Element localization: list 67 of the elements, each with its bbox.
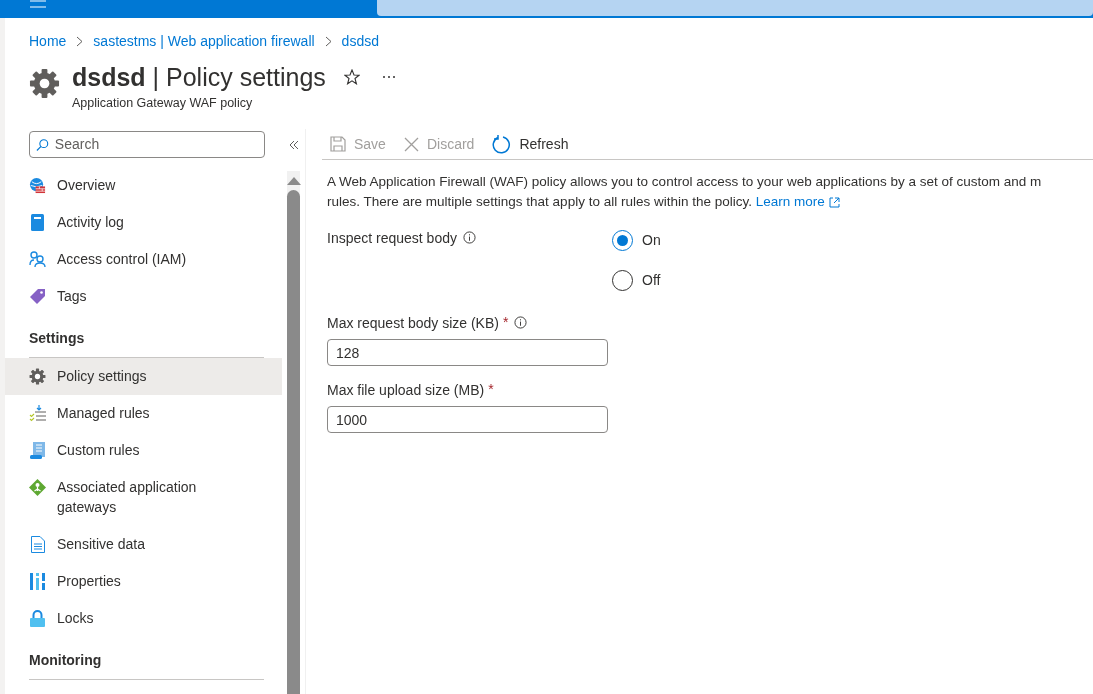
field-label: Max request body size (KB) <box>327 313 499 332</box>
sidebar-item-label: Associated application gateways <box>57 478 198 517</box>
number-field[interactable]: 1000 <box>327 406 608 433</box>
gear-icon <box>29 367 46 385</box>
info-icon[interactable] <box>514 316 528 329</box>
required-mark: * <box>488 380 494 399</box>
sidebar-item-label: Sensitive data <box>57 535 146 554</box>
breadcrumb-link[interactable]: Home <box>29 30 67 52</box>
more-icon[interactable] <box>381 75 396 79</box>
close-icon <box>403 136 419 152</box>
number-field[interactable]: 128 <box>327 339 608 366</box>
sidebar-item-label: Overview <box>57 176 117 195</box>
field-label: Inspect request body <box>327 229 457 247</box>
radio-option[interactable]: On <box>612 230 661 251</box>
external-link-icon <box>828 196 840 208</box>
sidebar-search-input[interactable]: Search <box>54 134 258 155</box>
sidebar-item[interactable]: Custom rules <box>5 432 282 469</box>
scroll-icon <box>29 441 46 459</box>
sidebar-item[interactable]: Managed rules <box>5 395 282 432</box>
sidebar-item-label: Locks <box>57 609 95 628</box>
info-icon[interactable] <box>463 231 476 244</box>
sidebar-item[interactable]: Sensitive data <box>5 526 282 563</box>
chevron-right-icon <box>324 35 332 47</box>
field-label: Max file upload size (MB) <box>327 380 485 399</box>
people-icon <box>29 251 46 267</box>
sidebar-search-field[interactable]: Search <box>29 131 265 158</box>
sidebar-item-label: Access control (IAM) <box>57 250 188 269</box>
tag-icon <box>29 287 46 305</box>
toolbar-button[interactable]: Refresh <box>492 133 569 155</box>
sidebar-item[interactable]: Policy settings <box>5 358 282 395</box>
page-title: dsdsd | Policy settings <box>72 62 326 93</box>
page-subtitle: Application Gateway WAF policy <box>72 95 254 112</box>
sidebar-item[interactable]: Overview <box>5 167 282 204</box>
required-mark: * <box>502 313 509 332</box>
sidebar-item-label: Properties <box>57 572 122 591</box>
save-icon <box>330 136 346 152</box>
book-icon <box>30 213 45 231</box>
chevron-right-icon <box>76 35 84 47</box>
scroll-up-icon[interactable] <box>286 176 301 185</box>
sidebar-item-label: Tags <box>57 287 88 306</box>
breadcrumb-link[interactable]: sastestms | Web application firewall <box>93 30 315 52</box>
diamond-network-icon <box>29 478 46 496</box>
breadcrumb-link[interactable]: dsdsd <box>341 30 379 52</box>
sidebar-item[interactable]: Locks <box>5 600 282 637</box>
search-icon <box>36 137 49 152</box>
sidebar-item[interactable]: Tags <box>5 278 282 315</box>
refresh-icon <box>492 134 512 154</box>
star-icon[interactable] <box>343 69 360 85</box>
bars-icon <box>29 572 46 590</box>
sidebar-item[interactable]: Activity log <box>5 204 282 241</box>
collapse-icon[interactable] <box>287 139 300 151</box>
globe-icon <box>29 176 46 194</box>
learn-more-link[interactable]: Learn more <box>755 192 840 212</box>
sidebar-item[interactable]: Properties <box>5 563 282 600</box>
section-header: Monitoring <box>29 650 264 680</box>
lock-icon <box>30 609 45 627</box>
sidebar-item-label: Activity log <box>57 213 125 232</box>
sidebar-item-label: Custom rules <box>57 441 141 460</box>
sidebar-item[interactable]: Access control (IAM) <box>5 241 282 278</box>
sidebar-item-label: Managed rules <box>57 404 151 423</box>
description-text: A Web Application Firewall (WAF) policy allows you to control access to your web applications by a set of custom and m rules. There are multiple settings that apply to all rules within the policy. Learn more <box>327 172 1093 212</box>
sidebar-item-label: Policy settings <box>57 367 148 386</box>
radio-option[interactable]: Off <box>612 270 661 291</box>
gear-icon <box>29 68 60 99</box>
sidebar-item[interactable]: Associated application gateways <box>5 469 282 526</box>
checklist-icon <box>29 404 46 422</box>
document-icon <box>30 535 45 553</box>
